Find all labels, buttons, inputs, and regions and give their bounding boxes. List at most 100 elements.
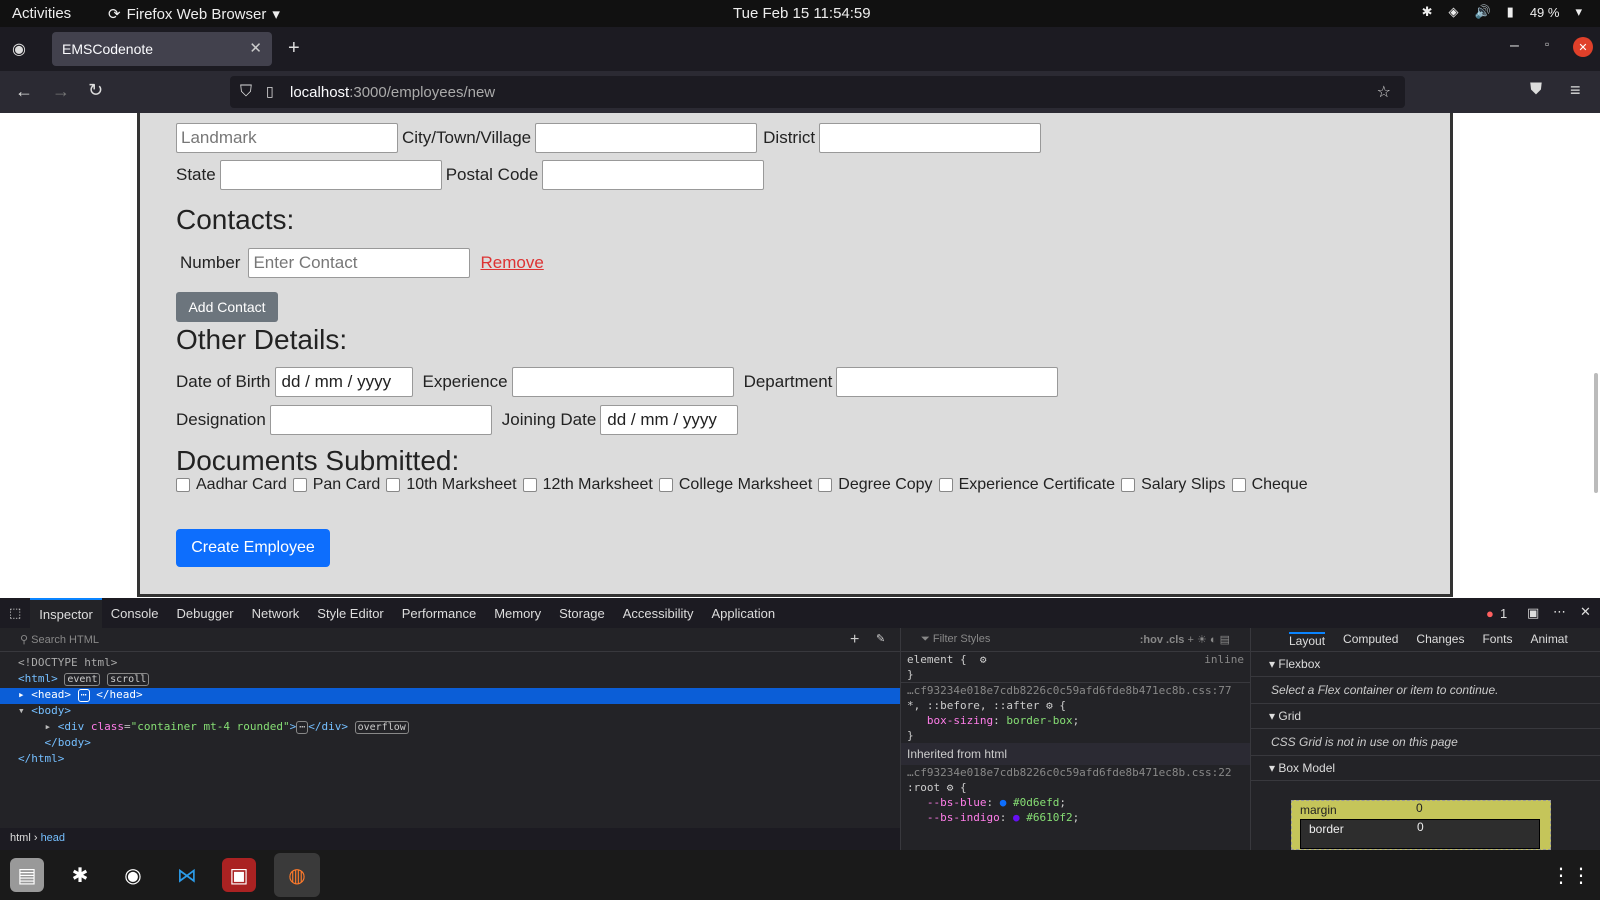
create-employee-button[interactable]: Create Employee bbox=[176, 529, 330, 567]
postal-code-input[interactable] bbox=[542, 160, 765, 190]
tab-fonts[interactable]: Fonts bbox=[1482, 632, 1512, 647]
wifi-icon: ◈ bbox=[1448, 4, 1459, 19]
experience-input[interactable] bbox=[511, 367, 734, 397]
aadhar-checkbox[interactable] bbox=[176, 478, 190, 492]
html-line[interactable]: </html> bbox=[0, 752, 900, 768]
dark-theme-icon[interactable]: ◐ bbox=[1210, 634, 1217, 646]
forward-icon[interactable]: → bbox=[52, 81, 70, 102]
tab-console[interactable]: Console bbox=[102, 598, 168, 628]
more-icon[interactable]: ⋯ bbox=[1553, 604, 1566, 620]
eyedropper-icon[interactable]: ✎ bbox=[876, 632, 885, 645]
degree-checkbox[interactable] bbox=[818, 478, 833, 492]
css-file-link-2[interactable]: …cf93234e018e7cdb8226c0c59afd6fde8b471ec… bbox=[901, 765, 1250, 780]
vscode-icon[interactable]: ⋈ bbox=[170, 858, 204, 892]
system-tray[interactable]: ✱ ◈ 🔊 ▮ 49 % ▾ bbox=[1422, 4, 1582, 20]
pick-element-icon[interactable]: ⬚ bbox=[0, 598, 30, 628]
filter-styles-input[interactable]: ⏷ Filter Styles :hov .cls + ☀ ◐ ▤ bbox=[901, 628, 1250, 652]
error-icon[interactable]: ● bbox=[1486, 606, 1494, 621]
html-line[interactable]: <!DOCTYPE html> bbox=[0, 656, 900, 672]
tab-inspector[interactable]: Inspector bbox=[30, 598, 102, 628]
reload-icon[interactable]: ↻ bbox=[88, 80, 103, 101]
tab-application[interactable]: Application bbox=[702, 598, 784, 628]
border-value[interactable]: 0 bbox=[1417, 820, 1424, 834]
new-tab-icon[interactable]: + bbox=[288, 37, 300, 60]
html-line[interactable]: <html> event scroll bbox=[0, 672, 900, 688]
print-icon[interactable]: ▤ bbox=[1220, 634, 1230, 646]
layout-tabs: Layout Computed Changes Fonts Animat bbox=[1251, 628, 1600, 652]
tenth-checkbox[interactable] bbox=[386, 478, 401, 492]
activities-button[interactable]: Activities bbox=[12, 5, 71, 22]
tab-computed[interactable]: Computed bbox=[1343, 632, 1398, 647]
designation-input[interactable] bbox=[269, 405, 492, 435]
margin-value[interactable]: 0 bbox=[1416, 801, 1423, 815]
tab-style-editor[interactable]: Style Editor bbox=[308, 598, 392, 628]
other-row-2: Designation Joining Date dd / mm / yyyy bbox=[176, 405, 739, 435]
back-icon[interactable]: ← bbox=[15, 81, 33, 102]
search-html-input[interactable]: ⚲ Search HTML + ✎ bbox=[0, 628, 900, 652]
tab-accessibility[interactable]: Accessibility bbox=[614, 598, 703, 628]
pan-checkbox[interactable] bbox=[292, 478, 307, 492]
experience-cert-checkbox[interactable] bbox=[938, 478, 953, 492]
maximize-icon[interactable]: ▫ bbox=[1545, 37, 1549, 51]
tab-network[interactable]: Network bbox=[243, 598, 309, 628]
tab-animations[interactable]: Animat bbox=[1530, 632, 1567, 647]
html-line[interactable]: ▾ <body> bbox=[0, 704, 900, 720]
add-rule-icon[interactable]: + bbox=[1187, 634, 1193, 646]
flexbox-section[interactable]: ▾ Flexbox bbox=[1251, 652, 1600, 677]
college-checkbox[interactable] bbox=[658, 478, 673, 492]
dock-icon[interactable]: ▣ bbox=[1527, 605, 1539, 621]
url-bar[interactable]: ⛉ ▯ localhost:3000/employees/new ☆ bbox=[230, 76, 1405, 108]
tab-debugger[interactable]: Debugger bbox=[167, 598, 242, 628]
tab-storage[interactable]: Storage bbox=[550, 598, 614, 628]
files-icon[interactable]: ▤ bbox=[10, 858, 44, 892]
page-scrollbar[interactable] bbox=[1594, 373, 1598, 493]
salary-slips-checkbox[interactable] bbox=[1121, 478, 1136, 492]
aadhar-label: Aadhar Card bbox=[196, 476, 287, 493]
joining-date-input[interactable]: dd / mm / yyyy bbox=[600, 405, 739, 435]
tab-layout[interactable]: Layout bbox=[1289, 632, 1326, 648]
tab-memory[interactable]: Memory bbox=[485, 598, 550, 628]
close-window-icon[interactable]: ✕ bbox=[1573, 37, 1593, 57]
browser-tab[interactable]: EMSCodenote ✕ bbox=[52, 32, 272, 66]
cls-button[interactable]: .cls bbox=[1166, 634, 1184, 646]
add-contact-button[interactable]: Add Contact bbox=[176, 292, 278, 322]
html-line[interactable]: ▸ <div class="container mt-4 rounded"> ⋯ <… bbox=[0, 720, 900, 736]
breadcrumb-head[interactable]: head bbox=[41, 832, 65, 844]
terminal-app-icon[interactable]: ▣ bbox=[222, 858, 256, 892]
html-line-selected[interactable]: ▸ <head> ⋯ </head> bbox=[0, 688, 900, 704]
district-input[interactable] bbox=[819, 123, 1042, 153]
dob-input[interactable]: dd / mm / yyyy bbox=[274, 367, 413, 397]
star-icon[interactable]: ☆ bbox=[1377, 82, 1391, 102]
close-tab-icon[interactable]: ✕ bbox=[249, 39, 262, 57]
add-node-icon[interactable]: + bbox=[850, 631, 859, 649]
chrome-icon[interactable]: ◉ bbox=[116, 858, 150, 892]
box-model-section[interactable]: ▾ Box Model bbox=[1251, 756, 1600, 781]
designation-label: Designation bbox=[176, 410, 266, 429]
battery-percent: 49 % bbox=[1529, 4, 1560, 20]
grid-section[interactable]: ▾ Grid bbox=[1251, 704, 1600, 729]
firefox-dock-icon[interactable]: ◍ bbox=[274, 853, 320, 897]
city-input[interactable] bbox=[535, 123, 758, 153]
contact-input[interactable]: Enter Contact bbox=[248, 248, 471, 278]
department-input[interactable] bbox=[836, 367, 1059, 397]
remove-contact-link[interactable]: Remove bbox=[480, 253, 543, 273]
state-input[interactable] bbox=[219, 160, 442, 190]
breadcrumb-html[interactable]: html bbox=[10, 832, 31, 844]
cheque-checkbox[interactable] bbox=[1231, 478, 1246, 492]
slack-icon[interactable]: ✱ bbox=[63, 858, 97, 892]
tab-changes[interactable]: Changes bbox=[1416, 632, 1464, 647]
pocket-icon[interactable]: ⛊ bbox=[1530, 81, 1542, 99]
clock[interactable]: Tue Feb 15 11:54:59 bbox=[733, 5, 871, 22]
tab-performance[interactable]: Performance bbox=[393, 598, 485, 628]
light-theme-icon[interactable]: ☀ bbox=[1197, 634, 1207, 646]
menu-icon[interactable]: ≡ bbox=[1570, 80, 1581, 101]
twelfth-checkbox[interactable] bbox=[522, 478, 537, 492]
app-grid-icon[interactable]: ⋮⋮ bbox=[1551, 858, 1591, 892]
hov-button[interactable]: :hov bbox=[1140, 634, 1163, 646]
minimize-icon[interactable]: – bbox=[1510, 37, 1519, 55]
close-devtools-icon[interactable]: ✕ bbox=[1580, 604, 1591, 620]
html-line[interactable]: </body> bbox=[0, 736, 900, 752]
landmark-input[interactable]: Landmark bbox=[176, 123, 398, 153]
css-file-link-1[interactable]: …cf93234e018e7cdb8226c0c59afd6fde8b471ec… bbox=[901, 682, 1250, 698]
app-menu[interactable]: ⟳ Firefox Web Browser ▾ bbox=[108, 5, 280, 24]
